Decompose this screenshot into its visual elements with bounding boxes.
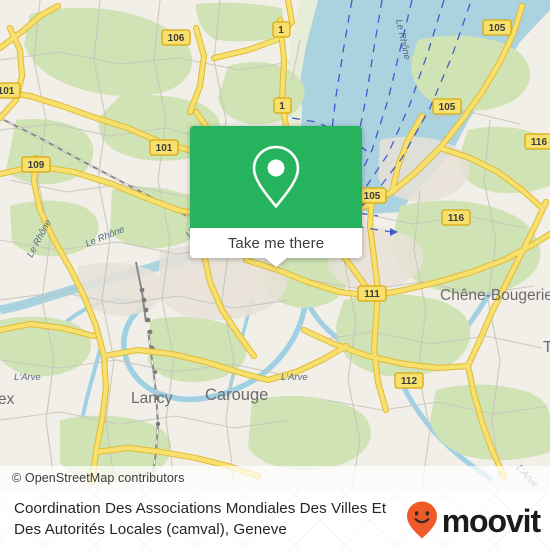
moovit-wordmark: moovit — [441, 502, 541, 539]
svg-text:1: 1 — [278, 25, 284, 36]
svg-text:105: 105 — [489, 23, 506, 34]
svg-text:101: 101 — [156, 143, 173, 154]
svg-text:101: 101 — [0, 86, 15, 97]
callout-icon-area — [190, 126, 362, 228]
location-callout[interactable]: Take me there — [190, 126, 362, 267]
map-attribution: © OpenStreetMap contributors — [0, 466, 550, 490]
take-me-there-label: Take me there — [227, 234, 325, 252]
callout-pointer — [265, 258, 287, 267]
page-title: Coordination Des Associations Mondiales … — [14, 500, 387, 538]
svg-text:Lancy: Lancy — [131, 390, 173, 407]
svg-text:Carouge: Carouge — [205, 386, 268, 404]
map-pin-icon — [252, 145, 300, 208]
attribution-text: © OpenStreetMap contributors — [12, 471, 185, 485]
svg-text:Chêne-Bougeries: Chêne-Bougeries — [440, 287, 550, 304]
page-footer: Coordination Des Associations Mondiales … — [0, 490, 550, 550]
svg-text:T: T — [543, 339, 550, 356]
svg-text:L'Arve: L'Arve — [281, 372, 308, 383]
svg-text:111: 111 — [364, 289, 380, 300]
svg-text:106: 106 — [168, 33, 185, 44]
svg-text:1: 1 — [279, 101, 285, 112]
svg-text:105: 105 — [439, 102, 456, 113]
moovit-logo[interactable]: moovit — [405, 500, 541, 540]
svg-text:109: 109 — [28, 160, 45, 171]
svg-text:ex: ex — [0, 391, 15, 408]
moovit-pin-icon — [406, 501, 437, 539]
svg-text:105: 105 — [364, 191, 381, 202]
svg-text:L'Arve: L'Arve — [14, 372, 41, 383]
svg-text:112: 112 — [401, 376, 418, 387]
svg-text:116: 116 — [448, 213, 465, 224]
svg-text:116: 116 — [531, 137, 548, 148]
screenshot-root: Le Rhône Le Rhône Le Rhône L'Arve L'Arve… — [0, 0, 550, 550]
callout-action-bar[interactable]: Take me there — [190, 228, 362, 267]
